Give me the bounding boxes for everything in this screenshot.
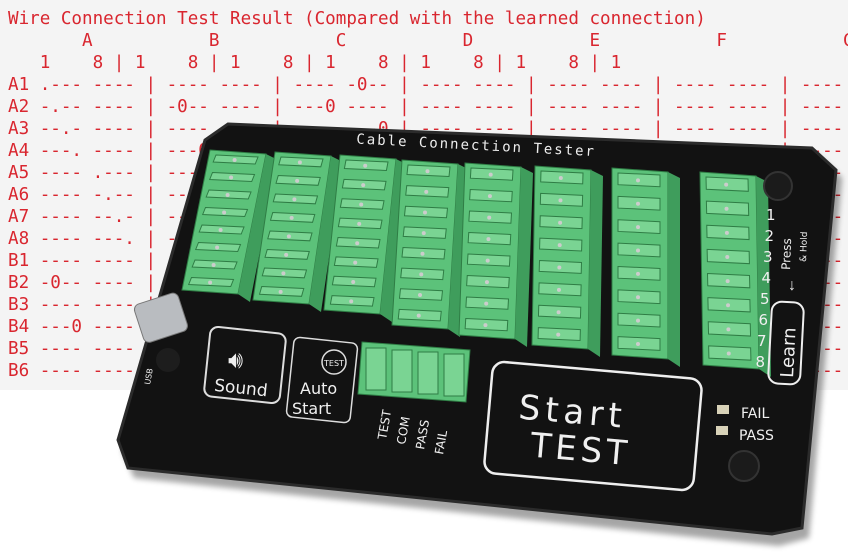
pass-led bbox=[716, 426, 728, 435]
terminal-screw bbox=[488, 172, 493, 177]
terminal-screw bbox=[423, 210, 427, 215]
cable-tester-board: Cable Connection Tester USB 🔊︎ Sound TES… bbox=[116, 122, 842, 546]
terminal-screw bbox=[558, 198, 563, 203]
pin-number: 7 bbox=[757, 332, 767, 350]
arrow-down-icon: ↓ bbox=[788, 277, 796, 294]
terminal-screw bbox=[418, 293, 422, 297]
terminal-screw bbox=[229, 175, 234, 180]
terminal-screw bbox=[725, 279, 730, 284]
terminal-screw bbox=[636, 271, 640, 276]
speaker-icon: 🔊︎ bbox=[228, 347, 243, 374]
auto-start-badge: TEST bbox=[323, 359, 344, 368]
terminal-screw bbox=[349, 299, 354, 304]
terminal-slot[interactable] bbox=[443, 353, 465, 397]
terminal-screw bbox=[725, 255, 730, 260]
terminal-screw bbox=[557, 243, 562, 248]
terminal-block bbox=[531, 165, 603, 357]
terminal-screw bbox=[215, 245, 220, 250]
terminal-screw bbox=[419, 272, 424, 277]
terminal-screw bbox=[297, 160, 302, 165]
terminal-slot[interactable] bbox=[417, 351, 439, 395]
terminal-screw bbox=[355, 241, 360, 246]
terminal-screw bbox=[357, 221, 362, 226]
terminal-screw bbox=[636, 225, 640, 230]
press-hold-label-2: & Hold bbox=[799, 231, 810, 262]
terminal-screw bbox=[211, 263, 216, 267]
screw-bottom bbox=[728, 450, 760, 482]
terminal-screw bbox=[636, 201, 640, 206]
buzzer bbox=[156, 348, 180, 372]
terminal-screw bbox=[636, 248, 640, 253]
terminal-screw bbox=[487, 215, 492, 220]
terminal-screw bbox=[359, 202, 364, 207]
terminal-screw bbox=[351, 280, 356, 284]
fail-led bbox=[717, 405, 729, 414]
terminal-screw bbox=[222, 210, 227, 215]
terminal-screw bbox=[420, 251, 425, 256]
auto-label: Auto bbox=[300, 379, 337, 398]
terminal-screw bbox=[425, 169, 430, 174]
terminal-screw bbox=[284, 252, 289, 257]
pin-number: 3 bbox=[763, 248, 773, 266]
pin-number: 2 bbox=[765, 227, 775, 245]
terminal-screw bbox=[558, 220, 563, 225]
terminal-slot[interactable] bbox=[365, 347, 387, 391]
pin-number: 6 bbox=[759, 311, 769, 329]
terminal-screw bbox=[353, 260, 358, 265]
terminal-screw bbox=[556, 310, 561, 315]
pin-number: 1 bbox=[766, 206, 776, 224]
signal-terminal-block bbox=[357, 341, 471, 403]
terminal-screw bbox=[218, 228, 223, 232]
terminal-screw bbox=[636, 178, 640, 183]
pin-number: 4 bbox=[762, 269, 772, 287]
terminal-screw bbox=[724, 230, 729, 235]
start-label: Start bbox=[292, 399, 331, 418]
terminal-screw bbox=[232, 158, 237, 162]
terminal-screw bbox=[484, 280, 489, 285]
terminal-block bbox=[611, 167, 680, 367]
terminal-screw bbox=[225, 193, 230, 197]
terminal-screw bbox=[483, 323, 488, 328]
press-hold-label: Press bbox=[779, 238, 794, 270]
fail-label: FAIL bbox=[741, 406, 769, 422]
pin-number: 8 bbox=[756, 353, 766, 371]
terminal-screw bbox=[281, 271, 286, 276]
terminal-screw bbox=[286, 234, 291, 239]
terminal-screw bbox=[421, 231, 426, 236]
terminal-screw bbox=[208, 280, 213, 285]
terminal-screw bbox=[556, 332, 561, 337]
terminal-screw bbox=[636, 295, 640, 300]
terminal-screw bbox=[486, 237, 491, 242]
pass-label: PASS bbox=[739, 428, 774, 444]
terminal-screw bbox=[363, 163, 368, 168]
terminal-screw bbox=[724, 206, 729, 211]
terminal-screw bbox=[726, 351, 731, 356]
terminal-screw bbox=[726, 327, 731, 332]
terminal-slot[interactable] bbox=[391, 349, 413, 393]
terminal-screw bbox=[636, 341, 640, 346]
terminal-screw bbox=[292, 197, 297, 202]
terminal-block bbox=[391, 159, 470, 337]
terminal-screw bbox=[484, 301, 489, 306]
terminal-block bbox=[458, 162, 533, 347]
terminal-screw bbox=[487, 194, 492, 199]
terminal-screw bbox=[424, 189, 429, 194]
terminal-screw bbox=[278, 289, 283, 294]
terminal-screw bbox=[289, 215, 294, 220]
pin-number: 5 bbox=[760, 290, 770, 308]
learn-label: Learn bbox=[777, 327, 801, 378]
terminal-screw bbox=[726, 303, 731, 308]
terminal-screw bbox=[557, 265, 562, 270]
terminal-screw bbox=[558, 175, 563, 180]
terminal-screw bbox=[636, 318, 640, 323]
terminal-screw bbox=[361, 183, 366, 188]
terminal-screw bbox=[724, 182, 729, 187]
terminal-screw bbox=[295, 178, 300, 183]
terminal-screw bbox=[485, 258, 490, 263]
screw-top bbox=[763, 171, 793, 201]
terminal-screw bbox=[556, 287, 561, 292]
terminal-screw bbox=[416, 313, 421, 318]
